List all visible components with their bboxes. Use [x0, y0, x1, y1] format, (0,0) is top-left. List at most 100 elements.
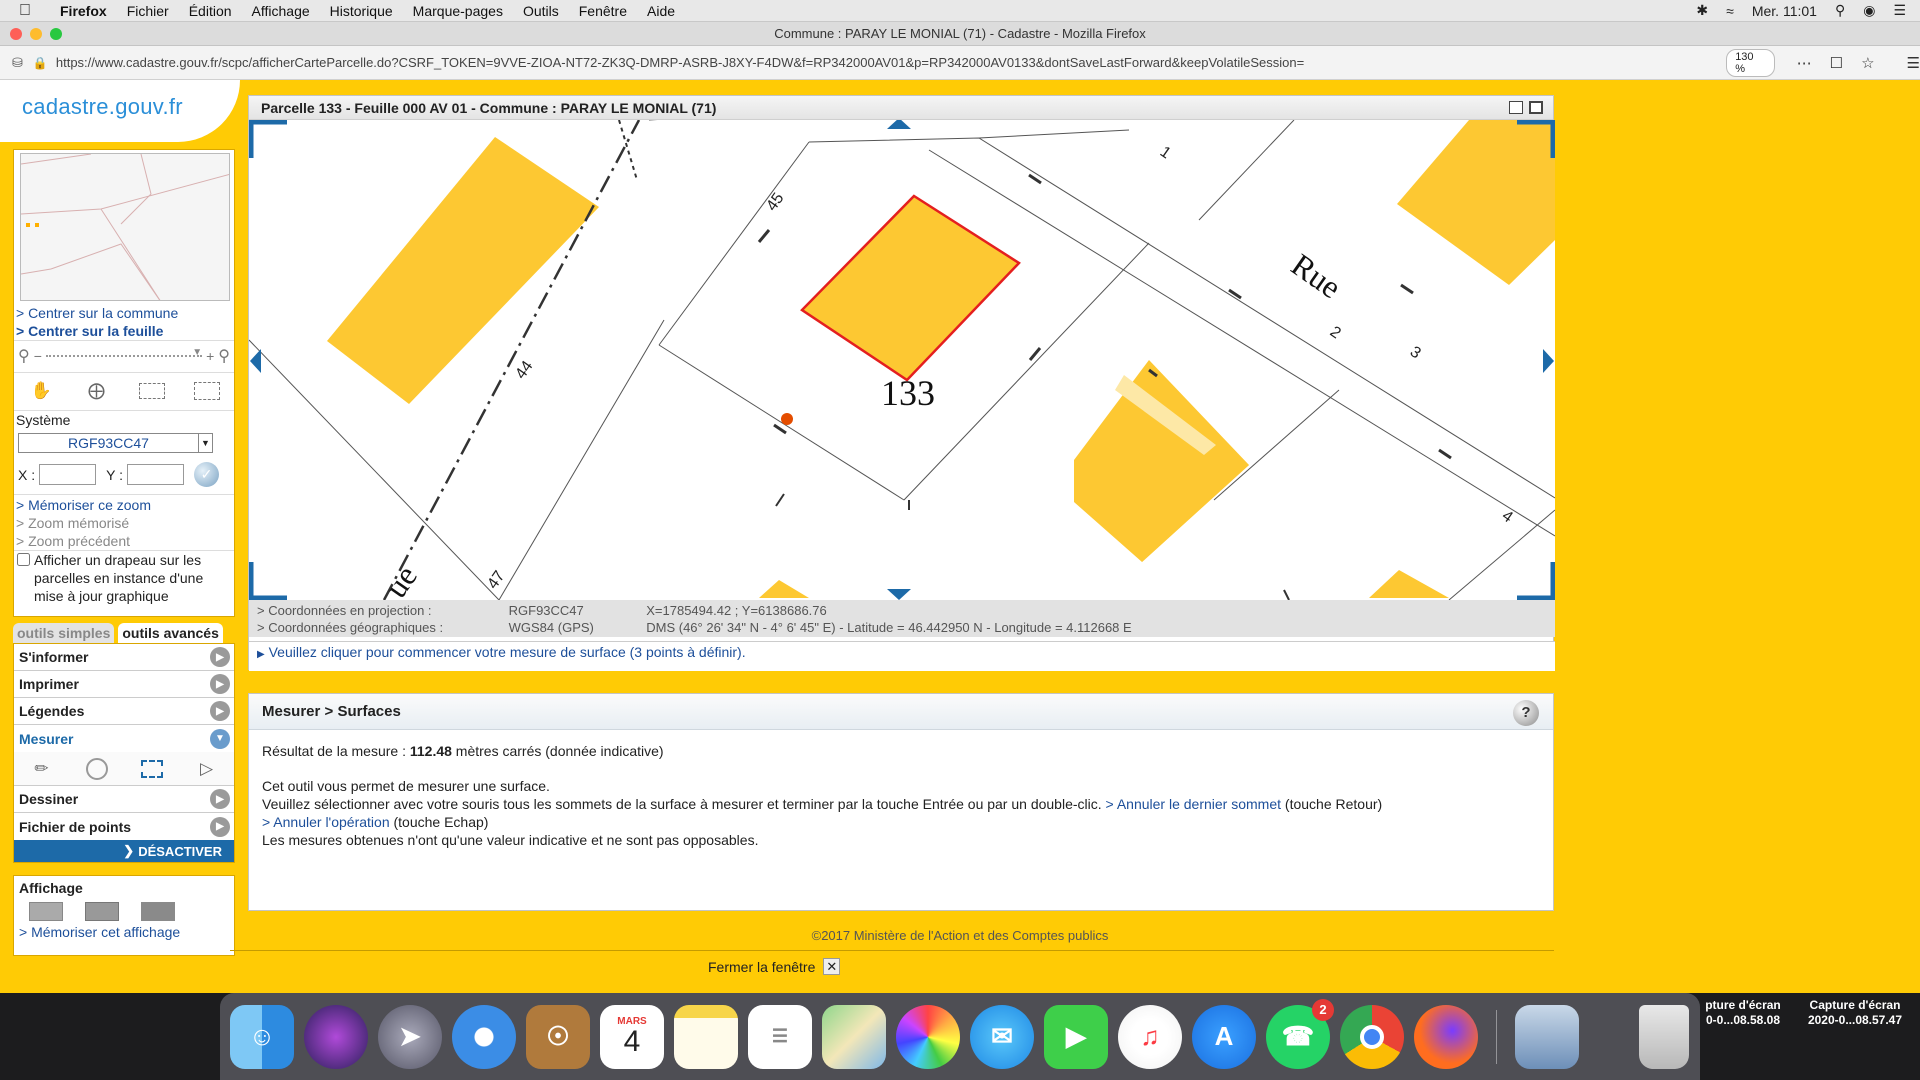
- validate-coordinates-icon[interactable]: ✓: [194, 462, 219, 487]
- hamburger-menu-icon[interactable]: ☰: [1907, 54, 1920, 72]
- display-mode-1-icon[interactable]: [29, 902, 63, 921]
- circle-surface-icon[interactable]: [83, 757, 111, 781]
- dock-separator: [1496, 1009, 1497, 1064]
- contacts-icon[interactable]: ☉: [526, 1004, 590, 1069]
- launchpad-rocket-icon[interactable]: ➤: [378, 1004, 442, 1069]
- ruler-distance-icon[interactable]: ✏: [28, 757, 56, 781]
- pocket-icon[interactable]: ☐: [1830, 54, 1843, 72]
- whatsapp-icon[interactable]: ☎ 2: [1266, 998, 1334, 1069]
- lock-icon[interactable]: 🔒: [33, 56, 48, 70]
- display-mode-2-icon[interactable]: [85, 902, 119, 921]
- siri-icon[interactable]: [304, 1004, 368, 1069]
- zoom-slider-handle[interactable]: ▼: [192, 347, 202, 358]
- zoom-in-icon[interactable]: ⚲: [218, 346, 230, 366]
- trash-icon[interactable]: [1639, 1004, 1689, 1069]
- zoom-minus-icon[interactable]: −: [34, 348, 42, 364]
- menu-historique[interactable]: Historique: [320, 3, 403, 19]
- menubar-clock[interactable]: Mer. 11:01: [1752, 3, 1817, 19]
- zoom-plus-icon[interactable]: +: [206, 348, 214, 364]
- desktop-screenshot-file[interactable]: pture d'écran 0-0...08.58.08: [1688, 998, 1798, 1028]
- tab-outils-avances[interactable]: outils avancés: [118, 623, 223, 643]
- y-input[interactable]: [127, 464, 184, 485]
- tool-mesurer[interactable]: Mesurer ▼: [14, 725, 234, 752]
- bluetooth-icon[interactable]: ✱: [1696, 2, 1708, 19]
- pan-north-icon[interactable]: [887, 120, 911, 129]
- spotlight-search-icon[interactable]: ⚲: [1835, 2, 1845, 19]
- menu-edition[interactable]: Édition: [179, 3, 242, 19]
- x-input[interactable]: [39, 464, 97, 485]
- tool-fichier-de-points[interactable]: Fichier de points ▶: [14, 813, 234, 840]
- fullscreen-window-icon[interactable]: [50, 28, 62, 40]
- notification-center-icon[interactable]: ☰: [1893, 2, 1906, 19]
- menu-marque-pages[interactable]: Marque-pages: [403, 3, 513, 19]
- page-actions-icon[interactable]: ⋯: [1797, 54, 1812, 72]
- site-logo[interactable]: cadastre.gouv.fr: [0, 80, 240, 142]
- finder-icon[interactable]: ☺: [230, 1004, 294, 1069]
- tool-sinformer[interactable]: S'informer ▶: [14, 644, 234, 671]
- minimize-window-icon[interactable]: [30, 28, 42, 40]
- close-icon[interactable]: ✕: [823, 958, 841, 975]
- apple-icon[interactable]: : [0, 2, 50, 20]
- restore-window-icon[interactable]: [1509, 101, 1523, 114]
- angle-measure-icon[interactable]: ▷: [193, 757, 221, 781]
- facetime-icon[interactable]: ▶: [1044, 1004, 1108, 1069]
- zoom-precedent-link[interactable]: > Zoom précédent: [16, 532, 232, 550]
- zoom-slider[interactable]: ▼: [45, 347, 203, 358]
- tool-dessiner[interactable]: Dessiner ▶: [14, 786, 234, 813]
- menu-app-firefox[interactable]: Firefox: [50, 3, 117, 19]
- calendar-icon[interactable]: MARS 4: [600, 1004, 664, 1069]
- systeme-select[interactable]: RGF93CC47 ▼: [18, 433, 213, 453]
- memoriser-zoom-link[interactable]: > Mémoriser ce zoom: [16, 496, 232, 514]
- zoom-level[interactable]: 130 %: [1726, 48, 1775, 77]
- desktop-screenshot-file[interactable]: Capture d'écran 2020-0...08.57.47: [1800, 998, 1910, 1028]
- firefox-icon[interactable]: [1414, 1004, 1478, 1069]
- help-icon[interactable]: ?: [1513, 700, 1539, 726]
- menu-fenetre[interactable]: Fenêtre: [569, 3, 637, 19]
- safari-compass-icon[interactable]: [452, 1004, 516, 1069]
- cadastral-map[interactable]: 133 Rue ue 45 44 47 1 2 3 4: [249, 120, 1555, 600]
- center-feuille-link[interactable]: > Centrer sur la feuille: [16, 322, 232, 340]
- photos-icon[interactable]: [896, 1004, 960, 1069]
- tool-imprimer[interactable]: Imprimer ▶: [14, 671, 234, 698]
- tool-legendes[interactable]: Légendes ▶: [14, 698, 234, 725]
- menu-outils[interactable]: Outils: [513, 3, 569, 19]
- pan-hand-icon[interactable]: ✋: [28, 379, 56, 403]
- full-extent-icon[interactable]: [193, 379, 221, 403]
- notes-icon[interactable]: [674, 1004, 738, 1069]
- menu-aide[interactable]: Aide: [637, 3, 685, 19]
- zoom-memorise-link[interactable]: > Zoom mémorisé: [16, 514, 232, 532]
- zoom-box-icon[interactable]: [138, 379, 166, 403]
- overview-minimap[interactable]: [20, 153, 230, 301]
- bookmark-star-icon[interactable]: ☆: [1861, 54, 1874, 72]
- chrome-icon[interactable]: [1340, 1004, 1404, 1069]
- wifi-icon[interactable]: ≈: [1726, 3, 1734, 19]
- app-store-icon[interactable]: A: [1192, 1004, 1256, 1069]
- recenter-crosshair-icon[interactable]: ⨁: [83, 379, 111, 403]
- tracking-shield-icon[interactable]: ⛁: [12, 55, 23, 71]
- pan-east-icon[interactable]: [1543, 349, 1554, 373]
- address-bar[interactable]: https://www.cadastre.gouv.fr/scpc/affich…: [56, 55, 1666, 70]
- close-window-link[interactable]: Fermer la fenêtre ✕: [708, 958, 841, 975]
- music-icon[interactable]: ♫: [1118, 1004, 1182, 1069]
- tab-outils-simples[interactable]: outils simples: [13, 623, 115, 643]
- chevron-down-icon[interactable]: ▼: [198, 434, 212, 452]
- messages-icon[interactable]: ✉: [970, 1004, 1034, 1069]
- maps-icon[interactable]: [822, 1004, 886, 1069]
- display-mode-3-icon[interactable]: [141, 902, 175, 921]
- reminders-icon[interactable]: ☰: [748, 1004, 812, 1069]
- polygon-surface-icon[interactable]: [138, 757, 166, 781]
- menu-affichage[interactable]: Affichage: [242, 3, 320, 19]
- preview-icon[interactable]: [1515, 1004, 1579, 1069]
- pan-west-icon[interactable]: [250, 349, 261, 373]
- close-window-icon[interactable]: [10, 28, 22, 40]
- siri-icon[interactable]: ◉: [1863, 2, 1875, 19]
- zoom-out-icon[interactable]: ⚲: [18, 346, 30, 366]
- flag-checkbox[interactable]: [17, 553, 30, 566]
- menu-fichier[interactable]: Fichier: [117, 3, 179, 19]
- undo-last-vertex-link[interactable]: > Annuler le dernier sommet: [1106, 796, 1281, 812]
- deactivate-button[interactable]: ❯ DÉSACTIVER: [14, 840, 234, 862]
- maximize-window-icon[interactable]: [1529, 101, 1543, 114]
- pan-south-icon[interactable]: [887, 589, 911, 600]
- cancel-operation-link[interactable]: > Annuler l'opération: [262, 814, 390, 830]
- center-commune-link[interactable]: > Centrer sur la commune: [16, 304, 232, 322]
